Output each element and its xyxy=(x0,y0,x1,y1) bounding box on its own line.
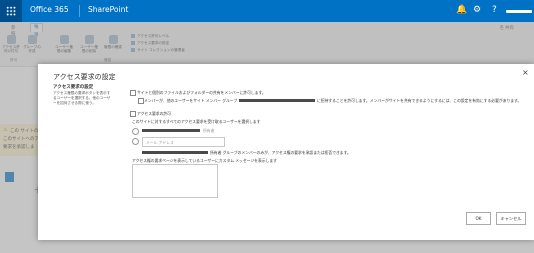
user-name-redacted[interactable] xyxy=(506,10,532,13)
radio-owner-group[interactable] xyxy=(132,128,139,135)
app-launcher-button[interactable] xyxy=(0,0,22,22)
email-placeholder: メール アドレス xyxy=(146,140,174,145)
access-requests-description: このサイトに対するすべてのアクセス要求を受け取るユーザーを選択します xyxy=(132,119,261,124)
gear-icon[interactable]: ⚙ xyxy=(473,5,481,15)
allow-access-requests-checkbox[interactable] xyxy=(130,111,136,117)
redacted-owner-note-group xyxy=(142,151,208,154)
help-icon[interactable]: ? xyxy=(492,5,497,15)
redacted-group-name xyxy=(239,99,315,102)
access-request-settings-dialog: アクセス要求の設定 × アクセス要求の設定 アクセス権限の要求ボタンを表示するユ… xyxy=(38,64,534,240)
email-address-field[interactable]: メール アドレス xyxy=(142,137,225,147)
suite-bar: Office 365 SharePoint 🔔 ⚙ ? xyxy=(0,0,534,22)
bell-icon[interactable]: 🔔 xyxy=(456,5,467,15)
waffle-icon xyxy=(6,6,16,16)
allow-sharing-checkbox[interactable] xyxy=(130,90,136,96)
sharepoint-title[interactable]: SharePoint xyxy=(88,5,128,14)
suite-separator xyxy=(79,5,80,17)
member-invite-label-b: に招待することを許可します。メンバーがサイトを共有できるようにするには、この設定… xyxy=(317,98,522,103)
radio-email[interactable] xyxy=(132,138,139,145)
allow-access-requests-label: アクセス要求の許可 xyxy=(137,111,171,116)
custom-message-textarea[interactable] xyxy=(132,164,218,198)
redacted-owner-group-name xyxy=(142,129,200,132)
section-description: アクセス権限の要求ボタンを表示するユーザーを選択する。他のユーザーを招待させる際… xyxy=(53,91,111,105)
radio-owner-label: 所有者 xyxy=(203,128,215,133)
allow-sharing-label: サイトと個別のファイルおよびフォルダーの共有をメンバーに許可します。 xyxy=(137,90,266,95)
close-icon[interactable]: × xyxy=(522,68,529,77)
section-heading: アクセス要求の設定 xyxy=(53,85,94,90)
office365-brand[interactable]: Office 365 xyxy=(30,5,69,14)
owner-note: 所有者 グループのメンバーのみが、アクセス権の要求を承認または拒否できます。 xyxy=(210,150,351,155)
dialog-title: アクセス要求の設定 xyxy=(53,73,116,81)
cancel-button[interactable]: キャンセル xyxy=(496,212,526,225)
member-invite-label-a: メンバーが、他のユーザーをサイト メンバー グループ xyxy=(144,98,238,103)
ok-button[interactable]: OK xyxy=(466,212,491,225)
